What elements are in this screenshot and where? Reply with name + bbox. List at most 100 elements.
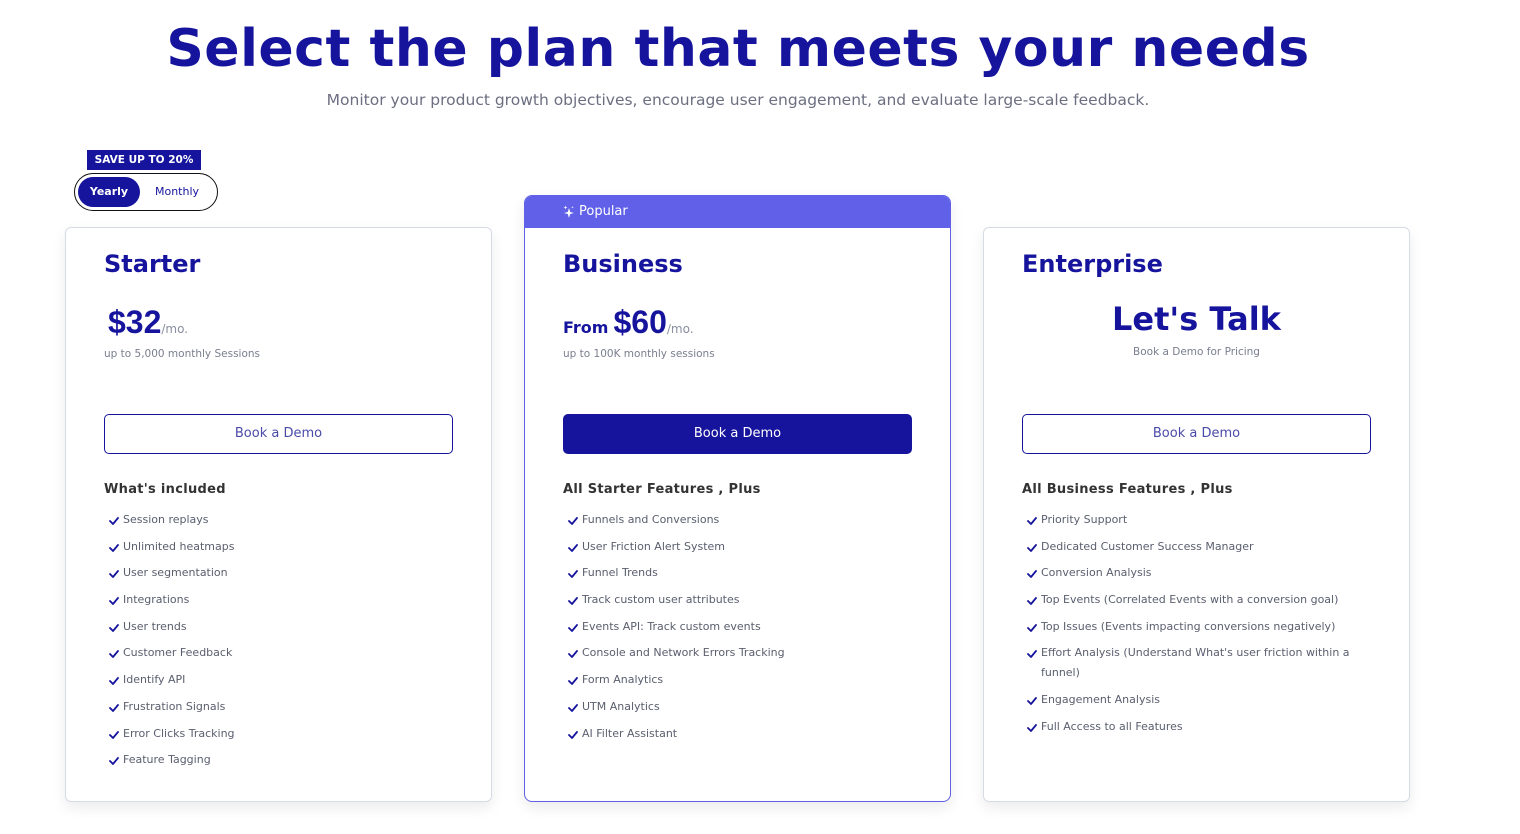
check-icon <box>1027 517 1037 525</box>
feature-item: Top Events (Correlated Events with a con… <box>1027 590 1369 610</box>
price-amount: $60 <box>613 304 667 340</box>
check-icon <box>109 597 119 605</box>
price-unit: /mo. <box>161 322 189 336</box>
page-subtitle: Monitor your product growth objectives, … <box>326 91 1150 109</box>
feature-item: Frustration Signals <box>109 697 451 717</box>
feature-item: Effort Analysis (Understand What's user … <box>1027 643 1369 683</box>
feature-label: Form Analytics <box>582 673 664 687</box>
feature-label: Priority Support <box>1041 513 1128 526</box>
price-unit: /mo. <box>666 322 694 336</box>
feature-label: User Friction Alert System <box>582 539 725 553</box>
feature-item: Customer Feedback <box>109 643 451 663</box>
feature-label: Unlimited heatmaps <box>123 539 235 553</box>
billing-toggle[interactable]: Yearly Monthly <box>74 173 218 211</box>
check-icon <box>568 570 578 579</box>
feature-item: Priority Support <box>1027 510 1369 530</box>
plan-card-starter: Starter $32 /mo. up to 5,000 monthly Ses… <box>65 227 492 802</box>
check-icon <box>568 650 578 659</box>
plan-name: Business <box>563 250 683 278</box>
check-icon <box>568 677 578 686</box>
plan-card-business: Popular Business From $60 /mo. up to 100… <box>524 195 951 802</box>
feature-item: Unlimited heatmaps <box>109 537 451 557</box>
feature-item: Track custom user attributes <box>568 590 910 610</box>
feature-list: Funnels and Conversions User Friction Ale… <box>568 510 910 750</box>
check-icon <box>109 517 119 525</box>
plan-card-enterprise: Enterprise Let's Talk Book a Demo for Pr… <box>983 227 1410 802</box>
feature-label: Identify API <box>123 673 186 687</box>
check-icon <box>109 677 119 686</box>
feature-item: Integrations <box>109 590 451 610</box>
feature-item: Form Analytics <box>568 670 910 690</box>
book-demo-button[interactable]: Book a Demo <box>1022 414 1371 454</box>
features-heading: All Starter Features , Plus <box>563 482 761 497</box>
price-note: up to 100K monthly sessions <box>563 348 715 360</box>
feature-item: Funnel Trends <box>568 563 910 583</box>
feature-item: AI Filter Assistant <box>568 724 910 744</box>
feature-item: Identify API <box>109 670 451 690</box>
feature-item: Console and Network Errors Tracking <box>568 643 910 663</box>
feature-label: Events API: Track custom events <box>582 619 761 633</box>
feature-label: Frustration Signals <box>123 699 226 713</box>
feature-label: Funnels and Conversions <box>582 513 720 526</box>
check-icon <box>568 703 578 712</box>
check-icon <box>109 543 119 552</box>
price-note: Book a Demo for Pricing <box>1133 346 1260 358</box>
feature-label: Track custom user attributes <box>582 593 740 607</box>
check-icon <box>109 703 119 712</box>
price-prefix: From <box>563 318 609 337</box>
check-icon <box>1027 570 1037 579</box>
price-text: Let's Talk <box>1112 300 1281 338</box>
book-demo-button[interactable]: Book a Demo <box>104 414 453 454</box>
check-icon <box>1027 697 1037 706</box>
feature-item: Engagement Analysis <box>1027 690 1369 710</box>
feature-label: Effort Analysis (Understand What's user … <box>1041 646 1350 680</box>
toggle-monthly[interactable]: Monthly <box>140 177 214 207</box>
book-demo-button[interactable]: Book a Demo <box>563 414 912 454</box>
price-row: From $60 /mo. <box>563 304 694 341</box>
feature-item: Session replays <box>109 510 451 530</box>
toggle-yearly[interactable]: Yearly <box>78 177 140 207</box>
price-amount: $32 <box>108 304 162 340</box>
feature-label: Customer Feedback <box>123 646 233 660</box>
plan-name: Starter <box>104 250 201 278</box>
feature-item: Feature Tagging <box>109 750 451 770</box>
feature-label: User trends <box>123 619 187 633</box>
feature-label: Console and Network Errors Tracking <box>582 646 785 660</box>
feature-item: UTM Analytics <box>568 697 910 717</box>
feature-label: UTM Analytics <box>582 699 660 713</box>
check-icon <box>109 570 119 579</box>
feature-item: Conversion Analysis <box>1027 563 1369 583</box>
feature-label: AI Filter Assistant <box>582 726 678 740</box>
feature-label: Funnel Trends <box>582 566 658 580</box>
check-icon <box>109 623 119 632</box>
feature-item: Funnels and Conversions <box>568 510 910 530</box>
feature-item: Full Access to all Features <box>1027 717 1369 737</box>
check-icon <box>568 517 578 525</box>
feature-label: Integrations <box>123 593 190 607</box>
feature-label: Feature Tagging <box>123 753 211 767</box>
feature-item: Dedicated Customer Success Manager <box>1027 537 1369 557</box>
features-heading: What's included <box>104 482 226 497</box>
check-icon <box>1027 597 1037 605</box>
feature-list: Priority Support Dedicated Customer Succe… <box>1027 510 1369 744</box>
check-icon <box>568 543 578 552</box>
page-title: Select the plan that meets your needs <box>166 19 1310 79</box>
check-icon <box>1027 723 1037 732</box>
feature-item: User trends <box>109 617 451 637</box>
price-row: $32 /mo. <box>108 304 188 341</box>
check-icon <box>1027 650 1037 659</box>
feature-item: User segmentation <box>109 563 451 583</box>
check-icon <box>109 650 119 659</box>
feature-label: Dedicated Customer Success Manager <box>1041 539 1254 553</box>
save-badge: SAVE UP TO 20% <box>87 150 201 170</box>
feature-label: Session replays <box>123 513 209 526</box>
feature-label: Engagement Analysis <box>1041 693 1160 707</box>
feature-item: Events API: Track custom events <box>568 617 910 637</box>
check-icon <box>568 730 578 739</box>
feature-item: Error Clicks Tracking <box>109 724 451 744</box>
feature-label: Conversion Analysis <box>1041 566 1152 580</box>
feature-label: User segmentation <box>123 566 228 580</box>
features-heading: All Business Features , Plus <box>1022 482 1233 497</box>
feature-label: Top Issues (Events impacting conversions… <box>1041 619 1336 633</box>
feature-item: Top Issues (Events impacting conversions… <box>1027 617 1369 637</box>
